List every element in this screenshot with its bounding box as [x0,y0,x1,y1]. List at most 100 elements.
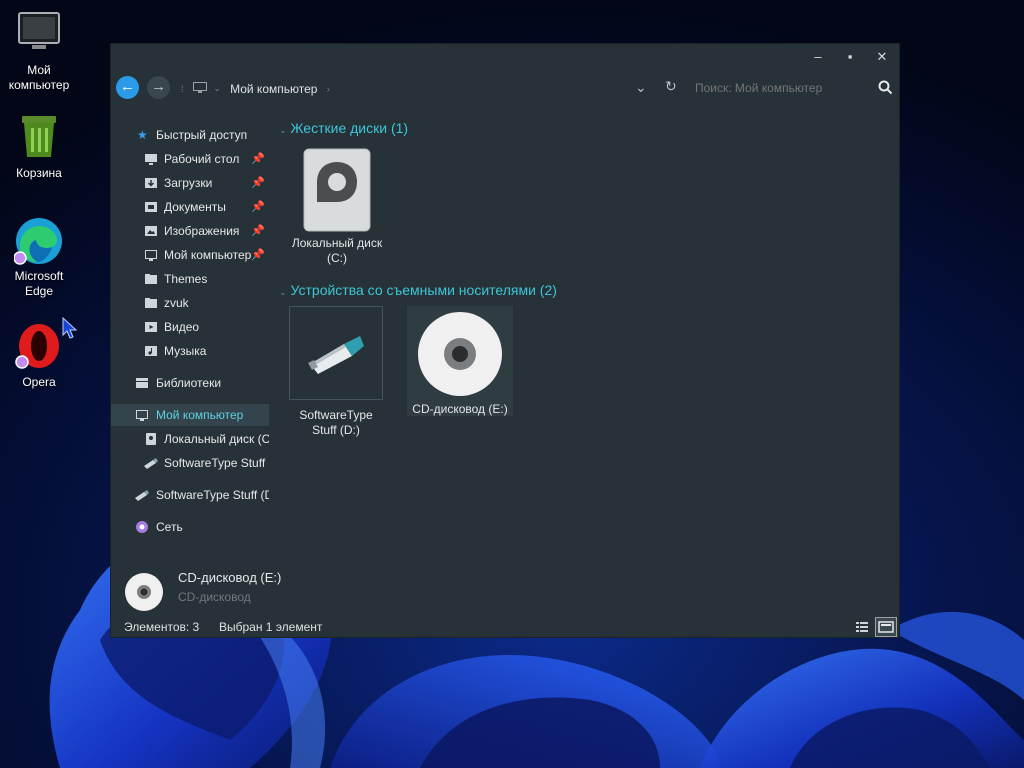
nav-item-my-computer-quick[interactable]: Мой компьютер 📌 [111,244,269,266]
desktop-icon-my-computer[interactable]: Мой компьютер [0,10,78,93]
details-view-button[interactable] [853,619,871,635]
group-header-hard-drives[interactable]: ⌄ Жесткие диски (1) [279,120,408,136]
cd-drive-icon [418,312,502,396]
search-input[interactable] [695,77,865,99]
nav-label: Быстрый доступ [156,128,248,142]
hard-drive-icon [146,433,156,445]
nav-item-documents[interactable]: Документы 📌 [111,196,269,218]
search-box[interactable] [695,77,900,99]
nav-item-downloads[interactable]: Загрузки 📌 [111,172,269,194]
nav-item-pictures[interactable]: Изображения 📌 [111,220,269,242]
pin-icon[interactable]: 📌 [251,220,265,242]
folder-icon [145,298,157,308]
nav-item-video[interactable]: Видео [111,316,269,338]
nav-label: Мой компьютер [164,248,252,262]
drive-tile-local-c[interactable]: Локальный диск (C:) [285,148,389,268]
drive-tile-cd-e[interactable]: CD-дисковод (E:) [407,306,513,416]
desktop-icon [145,154,157,165]
navigation-toolbar: ← → ⁞ ⌄ Мой компьютер › ⌄ ↻ [111,72,899,106]
edge-icon [13,216,64,266]
drive-label: CD-дисковод (E:) [412,402,508,416]
close-button[interactable]: ✕ [866,46,898,68]
nav-label: Изображения [164,224,240,238]
refresh-icon[interactable]: ↻ [665,78,677,95]
file-view: ⌄ Жесткие диски (1) Локальный диск (C:) ⌄… [269,120,900,560]
nav-label: zvuk [164,296,189,310]
desktop-icon-label: Microsoft Edge [14,269,64,298]
group-title: Устройства со съемными носителями (2) [290,282,557,298]
network-icon [136,521,148,533]
nav-label: SoftwareType Stuff (D:) [156,488,269,502]
star-icon: ★ [137,128,148,142]
nav-item-music[interactable]: Музыка [111,340,269,362]
nav-item-usb-d[interactable]: SoftwareType Stuff (D:) [111,452,269,474]
recycle-bin-icon [14,113,64,163]
breadcrumb[interactable]: ⁞ ⌄ Мой компьютер › [181,81,330,99]
details-view-icon [856,622,868,632]
pin-icon[interactable]: 📌 [251,148,265,170]
music-icon [145,346,157,356]
nav-network[interactable]: Сеть [111,516,269,538]
details-item-type: CD-дисковод [178,590,251,604]
chevron-down-icon: ⌄ [279,287,287,297]
status-item-count: Элементов: 3 [124,620,200,634]
computer-icon [145,250,157,261]
back-button[interactable]: ← [116,76,139,99]
status-bar: Элементов: 3 Выбран 1 элемент [111,616,899,638]
nav-label: Библиотеки [156,376,222,390]
drive-icon-frame [289,306,383,400]
documents-icon [145,202,157,212]
explorer-window: – ▪ ✕ ← → ⁞ ⌄ Мой компьютер › ⌄ ↻ Поиск:… [110,43,900,638]
pin-icon[interactable]: 📌 [251,244,265,266]
arrow-left-icon: ← [120,78,135,95]
arrow-right-icon: → [151,78,166,95]
nav-quick-access[interactable]: ★ Быстрый доступ [111,124,269,146]
nav-label: SoftwareType Stuff (D:) [164,456,269,470]
nav-item-themes[interactable]: Themes [111,268,269,290]
breadcrumb-chevron-icon[interactable]: › [327,84,330,94]
forward-button[interactable]: → [147,76,170,99]
desktop-icon-label: Мой компьютер [8,63,70,92]
nav-label: Сеть [156,520,183,534]
nav-item-zvuk[interactable]: zvuk [111,292,269,314]
nav-item-local-disk-c[interactable]: Локальный диск (C:) [111,428,269,450]
hard-drive-icon [303,148,371,232]
nav-label: Мой компьютер [156,408,244,422]
group-header-removable[interactable]: ⌄ Устройства со съемными носителями (2) [279,282,557,298]
computer-icon [136,410,148,421]
navigation-pane: ★ Быстрый доступ Рабочий стол 📌 Загрузки… [111,120,269,560]
tiles-view-icon [878,621,894,633]
address-dropdown-icon[interactable]: ⌄ [635,79,647,96]
breadcrumb-separator-icon: ⁞ [181,83,184,94]
nav-this-pc[interactable]: Мой компьютер [111,404,269,426]
nav-label: Видео [164,320,200,334]
desktop-icon-recycle-bin[interactable]: Корзина [0,113,78,181]
breadcrumb-location[interactable]: Мой компьютер [230,82,317,96]
group-title: Жесткие диски (1) [290,120,409,136]
folder-icon [145,274,157,284]
nav-libraries[interactable]: Библиотеки [111,372,269,394]
nav-label: Themes [164,272,208,286]
pin-icon[interactable]: 📌 [251,172,265,194]
tiles-view-button[interactable] [875,617,897,637]
nav-item-desktop[interactable]: Рабочий стол 📌 [111,148,269,170]
drive-label: SoftwareType Stuff (D:) [299,408,373,437]
chevron-down-icon[interactable]: ⌄ [213,83,221,94]
drive-tile-usb-d[interactable]: SoftwareType Stuff (D:) [289,306,383,437]
desktop-icon-edge[interactable]: Microsoft Edge [0,216,78,299]
minimize-button[interactable]: – [802,46,834,68]
libraries-icon [136,378,148,388]
video-icon [145,322,157,332]
computer-icon [192,81,207,96]
usb-drive-icon [144,458,158,469]
nav-label: Локальный диск (C:) [164,432,269,446]
search-icon[interactable] [878,80,893,95]
opera-icon [14,322,64,372]
downloads-icon [145,178,157,188]
maximize-button[interactable]: ▪ [834,46,866,68]
pin-icon[interactable]: 📌 [251,196,265,218]
nav-usb-d[interactable]: SoftwareType Stuff (D:) [111,484,269,506]
cd-drive-icon [125,573,163,611]
details-item-name: CD-дисковод (E:) [178,570,282,585]
nav-label: Рабочий стол [164,152,240,166]
